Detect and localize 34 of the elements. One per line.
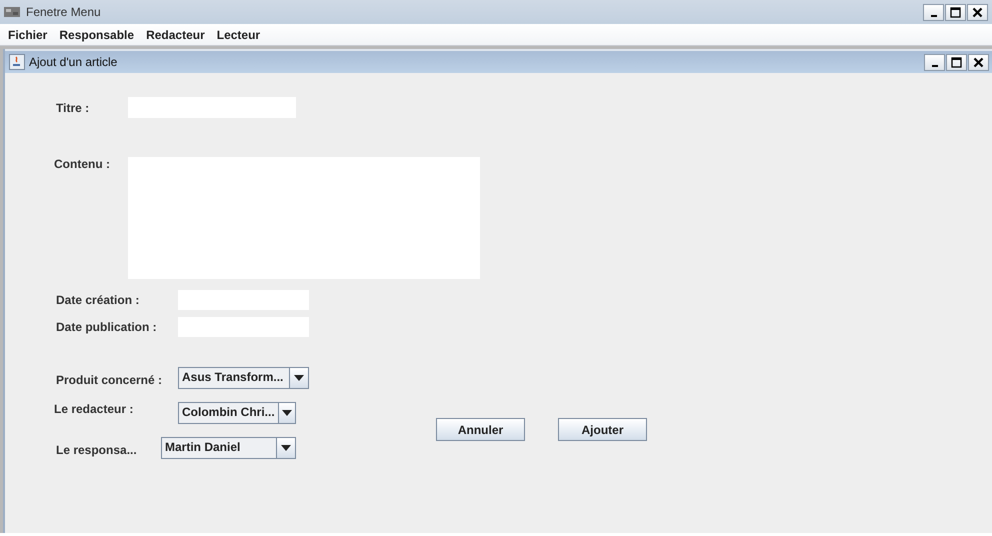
maximize-button[interactable] [946, 54, 967, 70]
close-icon [972, 6, 983, 18]
close-icon [973, 56, 984, 68]
field-label: Produit concerné : [56, 373, 164, 387]
field-label: Le redacteur : [54, 402, 134, 416]
menu-item[interactable]: Responsable [53, 28, 140, 42]
field-label: Date création : [56, 293, 140, 307]
caret-icon [282, 410, 292, 416]
action-button[interactable]: Ajouter [558, 418, 647, 441]
minimize-button[interactable] [924, 54, 945, 70]
maximize-button[interactable] [945, 4, 966, 20]
close-button[interactable] [967, 4, 988, 20]
field-label: Contenu : [54, 157, 111, 171]
frame-title: Ajout d'un article [29, 55, 118, 69]
menu-item[interactable]: Lecteur [210, 28, 266, 42]
close-button[interactable] [968, 54, 989, 70]
minimize-icon [930, 14, 936, 16]
action-button[interactable]: Annuler [436, 418, 525, 441]
maximize-icon [951, 56, 962, 68]
window-title: Fenetre Menu [26, 5, 102, 19]
menu-item[interactable]: Fichier [2, 28, 54, 42]
dropdown[interactable]: Colombin Chri... [178, 402, 296, 424]
maximize-icon [950, 6, 961, 18]
minimize-button[interactable] [923, 4, 944, 20]
field-label: Le responsa... [56, 443, 138, 457]
menu-item[interactable]: Redacteur [140, 28, 211, 42]
caret-icon [294, 375, 304, 381]
dropdown[interactable]: Martin Daniel [161, 437, 296, 459]
app-icon [4, 7, 20, 17]
field-label: Titre : [56, 100, 90, 114]
minimize-icon [932, 64, 938, 66]
caret-icon [281, 445, 291, 451]
field-label: Date publication : [56, 320, 158, 334]
dropdown[interactable]: Asus Transform... [178, 367, 309, 389]
